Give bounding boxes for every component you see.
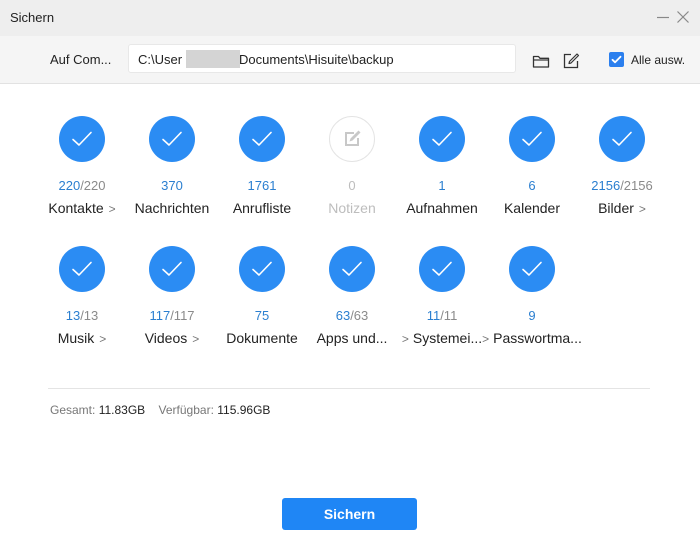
system-settings-chevron-icon[interactable]: > — [482, 332, 489, 346]
documents-checkmark-icon[interactable] — [239, 246, 285, 292]
title-bar: Sichern — [0, 0, 700, 36]
music-chevron-icon[interactable]: > — [99, 332, 106, 346]
close-icon[interactable] — [675, 9, 691, 25]
total-value: 11.83GB — [98, 403, 146, 417]
edit-icon[interactable] — [562, 52, 580, 70]
backup-path-bar: Auf Com... C:\User Documents\Hisuite\bac… — [0, 36, 700, 84]
videos-checkmark-icon[interactable] — [149, 246, 195, 292]
notes-count: 0 — [348, 178, 356, 193]
select-all-label: Alle ausw. — [631, 53, 686, 67]
category-call-log[interactable]: 1761 Anrufliste — [217, 116, 307, 226]
free-value: 115.96GB — [217, 403, 271, 417]
category-calendar[interactable]: 6 Kalender — [487, 116, 577, 226]
folder-icon[interactable] — [532, 52, 550, 70]
backup-path-field[interactable]: C:\User Documents\Hisuite\backup — [128, 44, 516, 73]
messages-checkmark-icon[interactable] — [149, 116, 195, 162]
select-all-checkbox[interactable] — [609, 52, 624, 67]
pictures-chevron-icon[interactable]: > — [639, 202, 646, 216]
pictures-checkmark-icon[interactable] — [599, 116, 645, 162]
videos-count: 117/117 — [149, 308, 195, 323]
contacts-count: 220/220 — [58, 178, 106, 193]
music-count: 13/13 — [65, 308, 99, 323]
apps-checkmark-icon[interactable] — [329, 246, 375, 292]
category-recordings[interactable]: 1 Aufnahmen — [397, 116, 487, 226]
note-edit-icon — [329, 116, 375, 162]
calendar-count: 6 — [528, 178, 536, 193]
category-contacts[interactable]: 220/220 Kontakte > — [37, 116, 127, 226]
category-system-settings[interactable]: 11/11 > Systemei... — [397, 246, 487, 356]
password-manager-checkmark-icon[interactable] — [509, 246, 555, 292]
apps-count: 63/63 — [335, 308, 369, 323]
minimize-icon[interactable] — [655, 9, 671, 25]
category-apps[interactable]: 63/63 Apps und... — [307, 246, 397, 356]
category-messages[interactable]: 370 Nachrichten — [127, 116, 217, 226]
backup-button[interactable]: Sichern — [282, 498, 417, 530]
apps-chevron-icon[interactable]: > — [402, 332, 409, 346]
backup-path-prefix: C:\User — [138, 52, 183, 67]
recordings-count: 1 — [438, 178, 446, 193]
call-log-checkmark-icon[interactable] — [239, 116, 285, 162]
pictures-name[interactable]: Bilder > — [569, 200, 675, 216]
category-pictures[interactable]: 2156/2156 Bilder > — [577, 116, 667, 226]
redacted-username — [186, 50, 240, 68]
pictures-count: 2156/2156 — [591, 178, 653, 193]
recordings-checkmark-icon[interactable] — [419, 116, 465, 162]
messages-count: 370 — [161, 178, 183, 193]
system-settings-checkmark-icon[interactable] — [419, 246, 465, 292]
save-location-label: Auf Com... — [50, 52, 112, 67]
storage-info: Gesamt: 11.83GB Verfügbar: 115.96GB — [50, 403, 280, 417]
call-log-count: 1761 — [247, 178, 277, 193]
contacts-checkmark-icon[interactable] — [59, 116, 105, 162]
divider — [48, 388, 650, 389]
contacts-chevron-icon[interactable]: > — [109, 202, 116, 216]
password-manager-count: 9 — [528, 308, 536, 323]
free-label: Verfügbar: — [158, 403, 214, 417]
category-password-manager[interactable]: 9 > Passwortma... — [482, 246, 582, 356]
music-checkmark-icon[interactable] — [59, 246, 105, 292]
total-label: Gesamt: — [50, 403, 96, 417]
backup-path-suffix: Documents\Hisuite\backup — [239, 52, 394, 67]
category-notes: 0 Notizen — [307, 116, 397, 226]
category-documents[interactable]: 75 Dokumente — [217, 246, 307, 356]
category-music[interactable]: 13/13 Musik > — [37, 246, 127, 356]
calendar-checkmark-icon[interactable] — [509, 116, 555, 162]
documents-count: 75 — [254, 308, 270, 323]
category-videos[interactable]: 117/117 Videos > — [127, 246, 217, 356]
videos-chevron-icon[interactable]: > — [192, 332, 199, 346]
window-title: Sichern — [10, 10, 55, 25]
system-settings-count: 11/11 — [426, 308, 458, 323]
password-manager-name[interactable]: > Passwortma... — [479, 330, 585, 346]
